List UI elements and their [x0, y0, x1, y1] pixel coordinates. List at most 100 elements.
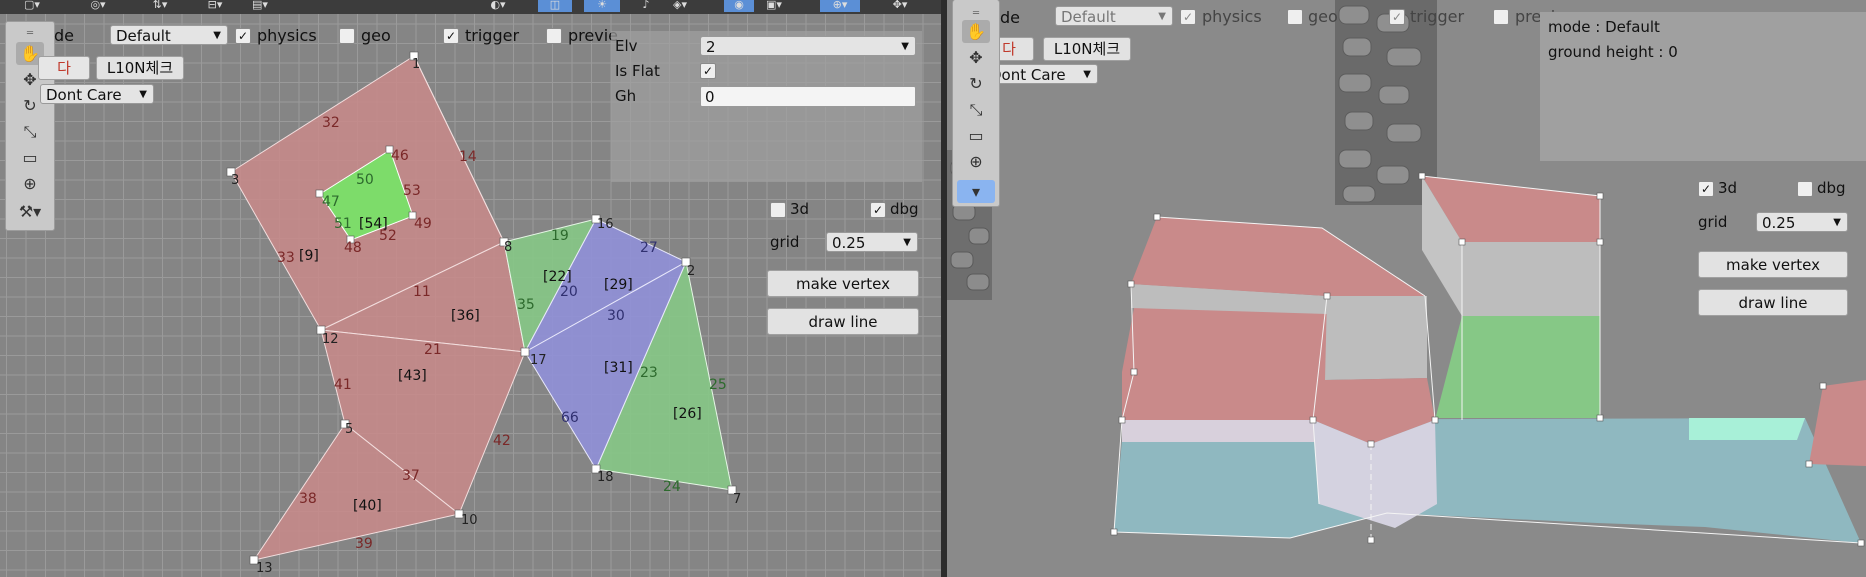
korean-tab-button[interactable]: 다 [38, 56, 90, 80]
trigger-checkbox[interactable]: ✓ [443, 28, 459, 44]
grid-dropdown[interactable]: 0.25 ▼ [1756, 212, 1848, 232]
edge-label: 14 [459, 149, 477, 165]
grid-value: 0.25 [1762, 214, 1796, 232]
face-label: [26] [673, 406, 702, 422]
face-left-upper [1131, 217, 1425, 296]
more-icon[interactable]: ✥▾ [890, 0, 910, 12]
gh-label: Gh [615, 87, 637, 105]
edge-label: 33 [277, 250, 295, 266]
color-swatch-icon[interactable]: ▾ [957, 180, 995, 203]
vertex-label: 18 [597, 470, 614, 485]
dbg-label: dbg [1817, 179, 1846, 197]
elv-dropdown[interactable]: 2 ▼ [700, 36, 916, 56]
3d-checkbox[interactable] [770, 202, 786, 218]
hand-tool-icon[interactable]: ✋ [962, 20, 990, 43]
edge-label: 20 [560, 284, 578, 300]
make-vertex-button[interactable]: make vertex [767, 270, 919, 297]
strip-face [1689, 418, 1805, 440]
chevron-down-icon: ▼ [901, 41, 909, 52]
hidden-objects-icon[interactable]: ◉ [724, 0, 754, 12]
l10n-check-button[interactable]: L10N체크 [96, 56, 184, 80]
audio-icon[interactable]: ♪ [636, 0, 656, 12]
gizmo-icon[interactable]: ◎▾ [88, 0, 108, 12]
dont-care-dropdown[interactable]: Dont Care ▼ [40, 84, 154, 104]
filter-icon[interactable]: ⇅▾ [150, 0, 170, 12]
draw-line-button[interactable]: draw line [1698, 289, 1848, 316]
scale-tool-icon[interactable]: ⤡ [16, 120, 44, 143]
scale-tool-icon[interactable]: ⤡ [962, 98, 990, 121]
rotate-tool-icon[interactable]: ↻ [962, 72, 990, 95]
face-right-grey [1462, 242, 1600, 316]
face-label: [43] [398, 368, 427, 384]
geo-checkbox[interactable] [1287, 9, 1303, 25]
geo-label: geo [1308, 7, 1338, 26]
scene-toolbar: ▢▾ ◎▾ ⇅▾ ⊟▾ ▤▾ ◐▾ ◫ ☀ ♪ ◈▾ ◉ ▣▾ ⊕▾ ✥▾ [0, 0, 941, 14]
mode-value: Default [116, 27, 171, 45]
chevron-down-icon: ▼ [1083, 69, 1091, 80]
scene-view-3d[interactable]: de Default ▼ ✓ physics geo ✓ trigger prev… [947, 0, 1866, 577]
l10n-check-button[interactable]: L10N체크 [1043, 37, 1131, 61]
mode-label: de [1000, 8, 1020, 27]
preview-checkbox[interactable] [1493, 9, 1509, 25]
scene-view-2d[interactable]: 1 3 12 5 13 10 8 17 16 2 18 7 32 14 33 1… [0, 0, 941, 577]
face-label: [22] [543, 269, 572, 285]
lighting-icon[interactable]: ☀ [584, 0, 620, 12]
mode-info: mode : Default [1548, 18, 1660, 36]
mode-label: de [54, 26, 74, 45]
edge-label: 37 [402, 468, 420, 484]
draw-mode-icon[interactable]: ▢▾ [22, 0, 42, 12]
face-left-lower [1122, 300, 1327, 420]
dbg-checkbox[interactable]: ✓ [870, 202, 886, 218]
grid-icon[interactable]: ▤▾ [250, 0, 270, 12]
vertex-label: 3 [231, 173, 239, 188]
3d-checkbox[interactable]: ✓ [1698, 181, 1714, 197]
vertex-label: 5 [345, 422, 353, 437]
shading-icon[interactable]: ◐▾ [488, 0, 508, 12]
trigger-label: trigger [1410, 7, 1465, 26]
move-tool-icon[interactable]: ✥ [962, 46, 990, 69]
rect-tool-icon[interactable]: ▭ [962, 124, 990, 147]
edge-label: 11 [413, 284, 431, 300]
mode-dropdown[interactable]: Default ▼ [110, 25, 228, 45]
elv-value: 2 [706, 38, 716, 56]
edge-label: 51 [334, 216, 352, 232]
grid-dropdown[interactable]: 0.25 ▼ [826, 232, 918, 252]
custom-tool-icon[interactable]: ⚒▾ [10, 200, 50, 223]
dont-care-dropdown[interactable]: Dont Care ▼ [984, 64, 1098, 84]
edge-label: 41 [334, 377, 352, 393]
layers-icon[interactable]: ⊟▾ [205, 0, 225, 12]
gizmos-icon[interactable]: ⊕▾ [820, 0, 860, 12]
effects-icon[interactable]: ◈▾ [670, 0, 690, 12]
transform-tool-icon[interactable]: ⊕ [962, 150, 990, 173]
isflat-label: Is Flat [615, 62, 660, 80]
gh-field[interactable]: 0 [700, 86, 916, 107]
face-right-green [1435, 316, 1600, 420]
geo-label: geo [361, 26, 391, 45]
2d-toggle-icon[interactable]: ◫ [538, 0, 572, 12]
edge-label: 38 [299, 491, 317, 507]
physics-checkbox[interactable]: ✓ [235, 28, 251, 44]
vertex-label: 8 [504, 240, 512, 255]
3d-label: 3d [790, 200, 810, 218]
edge-label: 48 [344, 240, 362, 256]
face-label: [9] [299, 248, 319, 264]
face-label: [40] [353, 498, 382, 514]
vertex-label: 2 [687, 264, 695, 279]
face-far-right [1809, 380, 1866, 466]
rect-tool-icon[interactable]: ▭ [16, 146, 44, 169]
geo-checkbox[interactable] [339, 28, 355, 44]
trigger-checkbox[interactable]: ✓ [1389, 9, 1405, 25]
preview-checkbox[interactable] [546, 28, 562, 44]
mode-dropdown[interactable]: Default ▼ [1055, 6, 1173, 26]
physics-checkbox[interactable]: ✓ [1180, 9, 1196, 25]
camera-icon[interactable]: ▣▾ [764, 0, 784, 12]
edge-label: 42 [493, 433, 511, 449]
tool-panel: ═ ✋ ✥ ↻ ⤡ ▭ ⊕ ⚒▾ [5, 21, 55, 231]
3d-label: 3d [1718, 179, 1738, 197]
make-vertex-button[interactable]: make vertex [1698, 251, 1848, 278]
draw-line-button[interactable]: draw line [767, 308, 919, 335]
vertex-label: 1 [412, 57, 420, 72]
transform-tool-icon[interactable]: ⊕ [16, 172, 44, 195]
isflat-checkbox[interactable]: ✓ [700, 63, 716, 79]
dbg-checkbox[interactable] [1797, 181, 1813, 197]
